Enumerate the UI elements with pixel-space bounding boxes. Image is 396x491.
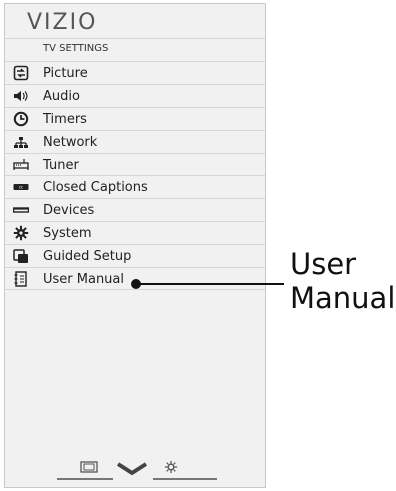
- divider: [57, 478, 113, 480]
- callout-line: User: [290, 247, 357, 281]
- pointer-line: [268, 283, 284, 285]
- menu-item-network[interactable]: Network: [5, 129, 265, 153]
- menu-label: Picture: [43, 66, 88, 81]
- menu-item-audio[interactable]: Audio: [5, 83, 265, 107]
- settings-icon[interactable]: [164, 460, 178, 474]
- svg-text:cc: cc: [19, 185, 23, 190]
- menu-item-system[interactable]: System: [5, 221, 265, 244]
- menu-item-closed-captions[interactable]: cc Closed Captions: [5, 175, 265, 198]
- brand-logo: VIZIO: [27, 10, 98, 35]
- menu-item-picture[interactable]: Picture: [5, 61, 265, 84]
- picture-icon: [13, 65, 29, 81]
- chevron-down-icon[interactable]: [115, 462, 149, 476]
- pointer-line: [140, 283, 268, 285]
- settings-menu: Picture Audio Timers Network Tuner cc Cl…: [5, 61, 265, 290]
- devices-icon: [13, 207, 29, 214]
- menu-item-tuner[interactable]: Tuner: [5, 152, 265, 176]
- network-icon: [14, 136, 28, 148]
- menu-item-guided-setup[interactable]: Guided Setup: [5, 244, 265, 267]
- gear-icon: [13, 226, 29, 241]
- menu-label: Guided Setup: [43, 249, 132, 265]
- menu-item-timers[interactable]: Timers: [5, 106, 265, 130]
- menu-label: Closed Captions: [43, 180, 148, 196]
- menu-item-devices[interactable]: Devices: [5, 198, 265, 221]
- section-title: TV SETTINGS: [43, 43, 109, 54]
- manual-icon: [14, 271, 27, 287]
- divider: [153, 478, 217, 480]
- speaker-icon: [14, 90, 28, 101]
- tv-settings-panel: VIZIO TV SETTINGS Picture Audio Timers N…: [4, 3, 266, 488]
- guided-setup-icon: [13, 249, 28, 264]
- closed-captions-icon: cc: [13, 184, 29, 191]
- menu-label: Tuner: [43, 157, 79, 173]
- callout-label: User Manual: [290, 247, 395, 315]
- menu-label: Audio: [43, 88, 80, 104]
- menu-label: Network: [43, 134, 98, 150]
- menu-label: User Manual: [43, 272, 125, 288]
- bottom-nav: [57, 458, 217, 480]
- timer-icon: [13, 111, 29, 126]
- widescreen-icon[interactable]: [80, 460, 98, 474]
- callout-line: Manual: [290, 281, 396, 315]
- menu-label: System: [43, 226, 92, 242]
- menu-label: Devices: [43, 203, 95, 219]
- divider: [5, 38, 265, 39]
- tuner-icon: [13, 158, 29, 170]
- menu-label: Timers: [43, 111, 87, 127]
